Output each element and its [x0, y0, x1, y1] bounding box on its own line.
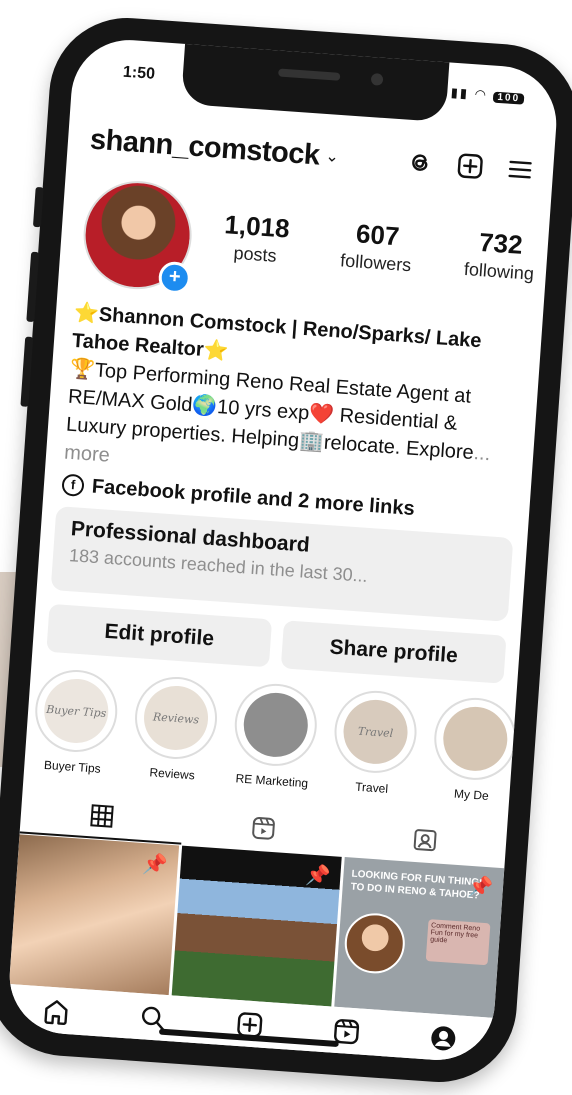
- profile-summary: + 1,018 posts 607 followers 732 followin…: [79, 177, 539, 318]
- notch: [180, 41, 450, 123]
- profile-stats: 1,018 posts 607 followers 732 following: [222, 209, 537, 285]
- stat-posts-value: 1,018: [223, 209, 291, 244]
- stat-followers-value: 607: [355, 218, 401, 252]
- highlight-label: Travel: [354, 779, 389, 796]
- post-thumbnail-1[interactable]: 📌: [9, 834, 180, 996]
- highlight-travel[interactable]: Travel Travel: [329, 688, 420, 798]
- facebook-icon: f: [61, 473, 85, 497]
- phone-frame: 1:50 ▮▮ ◠ 100 shann_comstock ⌄ + 1,018 p…: [0, 12, 572, 1088]
- volume-down-button: [20, 336, 34, 407]
- profile-avatar-icon[interactable]: [427, 1021, 461, 1055]
- menu-icon[interactable]: [504, 154, 536, 186]
- highlight-my-de[interactable]: My De: [429, 695, 520, 805]
- highlight-label: RE Marketing: [235, 771, 309, 791]
- tagged-icon: [413, 829, 437, 852]
- add-story-icon[interactable]: +: [157, 260, 192, 295]
- post-3-portrait: [342, 911, 407, 976]
- highlight-ring: Travel: [331, 688, 420, 776]
- stat-posts[interactable]: 1,018 posts: [222, 209, 291, 267]
- volume-up-button: [26, 251, 40, 323]
- phone-mockup: 1:50 ▮▮ ◠ 100 shann_comstock ⌄ + 1,018 p…: [0, 12, 572, 1088]
- wifi-icon: ◠: [474, 86, 489, 103]
- signal-icon: ▮▮: [450, 84, 470, 101]
- post-3-cta: Comment Reno Fun for my free guide: [425, 919, 491, 966]
- speaker-grille: [278, 68, 341, 81]
- battery-icon: 100: [493, 91, 525, 105]
- story-highlights: Buyer Tips Buyer Tips Reviews Reviews RE…: [30, 667, 520, 805]
- highlight-label: Reviews: [148, 765, 196, 783]
- pin-icon: 📌: [304, 864, 332, 889]
- highlight-label: Buyer Tips: [43, 757, 102, 776]
- highlight-cover: [241, 690, 310, 760]
- profile-bio: ⭐Shannon Comstock | Reno/Sparks/ Lake Ta…: [61, 299, 528, 530]
- home-icon[interactable]: [39, 994, 73, 1028]
- mute-switch: [32, 186, 44, 228]
- header-actions: [404, 147, 536, 186]
- highlight-reviews[interactable]: Reviews Reviews: [130, 674, 221, 784]
- front-camera: [370, 73, 384, 86]
- status-time: 1:50: [122, 63, 156, 83]
- stat-posts-label: posts: [232, 242, 278, 266]
- stat-following[interactable]: 732 following: [463, 226, 537, 285]
- highlight-re-marketing[interactable]: RE Marketing: [229, 681, 320, 791]
- pin-icon: 📌: [467, 875, 494, 900]
- status-icons: ▮▮ ◠ 100: [450, 85, 525, 106]
- create-post-icon[interactable]: [454, 150, 486, 182]
- stat-followers[interactable]: 607 followers: [340, 217, 415, 276]
- highlight-label: My De: [453, 786, 490, 803]
- highlight-cover: Travel: [341, 697, 410, 767]
- pin-icon: 📌: [142, 853, 169, 877]
- stat-following-value: 732: [478, 226, 524, 260]
- chevron-down-icon[interactable]: ⌄: [325, 146, 340, 167]
- grid-icon: [90, 804, 114, 828]
- stat-following-label: following: [463, 258, 535, 284]
- highlight-cover: [441, 704, 510, 774]
- profile-header: shann_comstock ⌄: [89, 120, 537, 191]
- phone-screen: 1:50 ▮▮ ◠ 100 shann_comstock ⌄ + 1,018 p…: [5, 36, 561, 1064]
- post-thumbnail-2[interactable]: 📌: [171, 845, 342, 1007]
- highlight-ring: [232, 681, 320, 769]
- highlight-buyer-tips[interactable]: Buyer Tips Buyer Tips: [30, 667, 121, 777]
- username[interactable]: shann_comstock: [89, 123, 321, 172]
- threads-icon[interactable]: [404, 147, 436, 179]
- highlight-cover: Reviews: [141, 683, 211, 753]
- highlight-ring: Buyer Tips: [32, 667, 121, 755]
- post-thumbnail-3[interactable]: LOOKING FOR FUN THINGS TO DO IN RENO & T…: [334, 857, 505, 1018]
- highlight-cover: Buyer Tips: [42, 676, 111, 746]
- edit-profile-button[interactable]: Edit profile: [46, 603, 273, 668]
- stat-followers-label: followers: [339, 250, 412, 276]
- highlight-ring: [431, 695, 520, 783]
- reels-icon: [252, 816, 275, 840]
- highlight-ring: Reviews: [132, 674, 220, 762]
- share-profile-button[interactable]: Share profile: [280, 620, 507, 684]
